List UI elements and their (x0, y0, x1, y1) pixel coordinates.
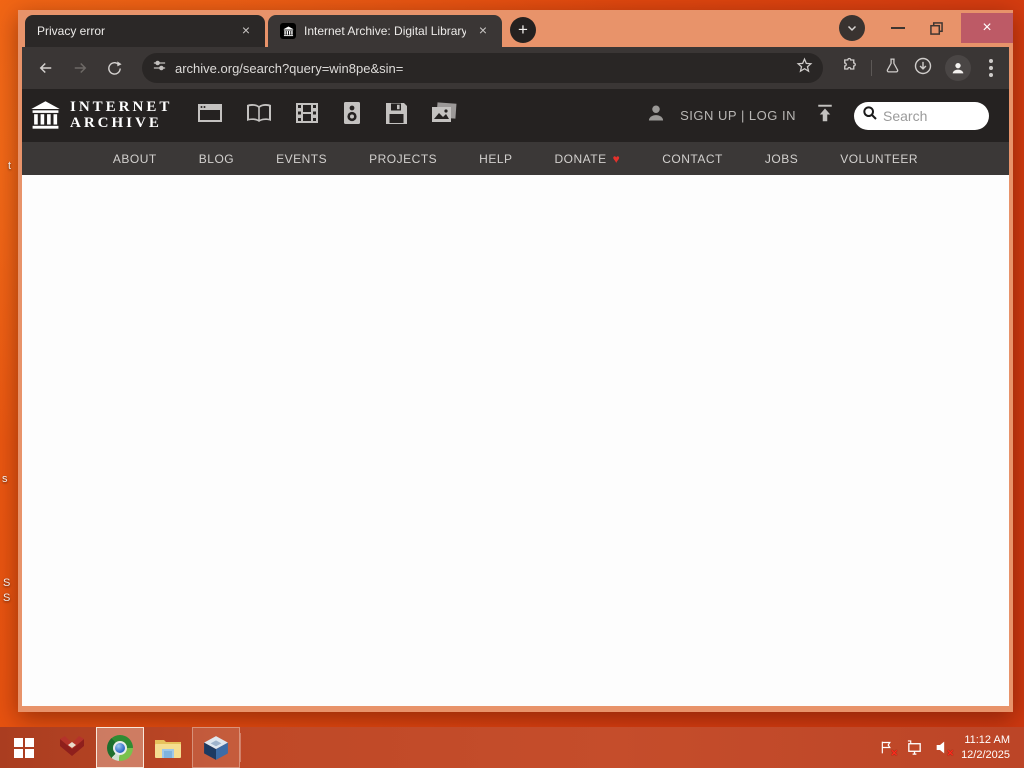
window-controls: × (839, 10, 1013, 46)
windows-taskbar: ✕ ✕ 11:12 AM 12/2/2025 (0, 727, 1024, 768)
taskbar-separator (240, 733, 241, 762)
ia-columns-icon (31, 101, 60, 129)
logo-text-line1: INTERNET (70, 98, 173, 115)
tab-privacy-error[interactable]: Privacy error × (25, 15, 265, 47)
extensions-icon[interactable] (841, 57, 859, 80)
tab-search-button[interactable] (839, 15, 865, 41)
windows-logo-icon (14, 737, 34, 758)
webpage: INTERNET ARCHIVE SIGN UP | LOG IN Search… (22, 89, 1009, 706)
nav-jobs[interactable]: JOBS (744, 152, 819, 166)
toolbar-actions (837, 55, 999, 81)
upload-icon[interactable] (816, 103, 834, 128)
nav-help[interactable]: HELP (458, 152, 533, 166)
green-browser-icon (107, 734, 133, 761)
volume-muted-icon[interactable]: ✕ (933, 739, 954, 758)
site-settings-icon[interactable] (152, 58, 167, 78)
ia-search-box[interactable] (854, 101, 989, 130)
system-tray: ✕ ✕ 11:12 AM 12/2/2025 (877, 727, 1024, 768)
desktop-label-fragment: S (3, 577, 11, 589)
nav-volunteer[interactable]: VOLUNTEER (819, 152, 939, 166)
internet-archive-header: INTERNET ARCHIVE SIGN UP | LOG IN Search (22, 89, 1009, 142)
ia-header-actions: SIGN UP | LOG IN (646, 101, 1001, 130)
video-icon[interactable] (292, 98, 322, 133)
browser-window: Privacy error × Internet Archive: Digita… (18, 10, 1013, 712)
bookmark-star-icon[interactable] (796, 57, 813, 79)
address-bar[interactable]: archive.org/search?query=win8pe&sin= (142, 53, 823, 83)
close-button[interactable]: × (961, 13, 1013, 43)
action-center-flag-icon[interactable]: ✕ (877, 739, 898, 758)
nav-contact[interactable]: CONTACT (641, 152, 744, 166)
page-content-blank (22, 175, 1009, 706)
tab-title: Internet Archive: Digital Library (304, 24, 466, 38)
red-app-icon (60, 735, 84, 756)
desktop-label-fragment: s (2, 473, 8, 485)
clock-time: 11:12 AM (964, 734, 1010, 747)
internet-archive-logo[interactable]: INTERNET ARCHIVE (30, 98, 173, 132)
desktop-label-fragment: t (8, 160, 12, 172)
taskbar-apps (0, 727, 241, 768)
signup-login-link[interactable]: SIGN UP | LOG IN (680, 108, 796, 123)
heart-icon: ♥ (612, 151, 621, 166)
tab-close-icon[interactable]: × (474, 22, 492, 40)
taskbar-virtualbox-button[interactable] (192, 727, 240, 768)
toolbar-divider (871, 60, 872, 76)
taskbar-file-explorer-button[interactable] (144, 727, 192, 768)
taskbar-green-browser-button[interactable] (96, 727, 144, 768)
logo-text-line2: ARCHIVE (70, 114, 162, 131)
taskbar-clock[interactable]: 11:12 AM 12/2/2025 (961, 733, 1014, 762)
nav-donate[interactable]: DONATE ♥ (534, 152, 642, 166)
start-button[interactable] (0, 727, 48, 768)
tab-strip: Privacy error × Internet Archive: Digita… (18, 10, 1013, 47)
tab-close-icon[interactable]: × (237, 22, 255, 40)
taskbar-red-app-button[interactable] (48, 727, 96, 768)
url-text[interactable]: archive.org/search?query=win8pe&sin= (175, 61, 788, 76)
minimize-button[interactable] (883, 13, 913, 43)
file-explorer-icon (155, 739, 181, 758)
mute-x-badge: ✕ (946, 747, 955, 758)
browser-toolbar: archive.org/search?query=win8pe&sin= (22, 47, 1009, 89)
back-button[interactable] (32, 54, 60, 82)
reload-button[interactable] (100, 54, 128, 82)
texts-icon[interactable] (243, 98, 275, 133)
internet-archive-favicon (280, 23, 296, 39)
audio-icon[interactable] (339, 97, 365, 134)
ia-nav-bar: ABOUT BLOG EVENTS PROJECTS HELP DONATE ♥ … (22, 142, 1009, 175)
nav-projects[interactable]: PROJECTS (348, 152, 458, 166)
network-status-icon[interactable] (905, 739, 923, 757)
tab-internet-archive[interactable]: Internet Archive: Digital Library × (268, 15, 502, 47)
search-icon (862, 105, 878, 126)
nav-about[interactable]: ABOUT (92, 152, 178, 166)
profile-icon[interactable] (945, 55, 971, 81)
restore-button[interactable] (921, 13, 951, 43)
virtualbox-icon (204, 735, 228, 760)
experiments-flask-icon[interactable] (884, 57, 901, 79)
search-input[interactable] (883, 107, 975, 124)
desktop-label-fragment: S (3, 592, 11, 604)
user-icon (646, 103, 666, 128)
images-icon[interactable] (428, 98, 460, 133)
new-tab-button[interactable]: + (510, 17, 536, 43)
menu-kebab-icon[interactable] (989, 66, 993, 70)
downloads-icon[interactable] (913, 56, 933, 81)
web-icon[interactable] (194, 98, 226, 133)
forward-button[interactable] (66, 54, 94, 82)
clock-date: 12/2/2025 (961, 748, 1010, 761)
nav-blog[interactable]: BLOG (178, 152, 255, 166)
nav-events[interactable]: EVENTS (255, 152, 348, 166)
alert-x-badge: ✕ (890, 747, 899, 758)
software-icon[interactable] (382, 98, 411, 134)
tab-title: Privacy error (37, 24, 106, 38)
media-type-tabs (194, 97, 460, 134)
